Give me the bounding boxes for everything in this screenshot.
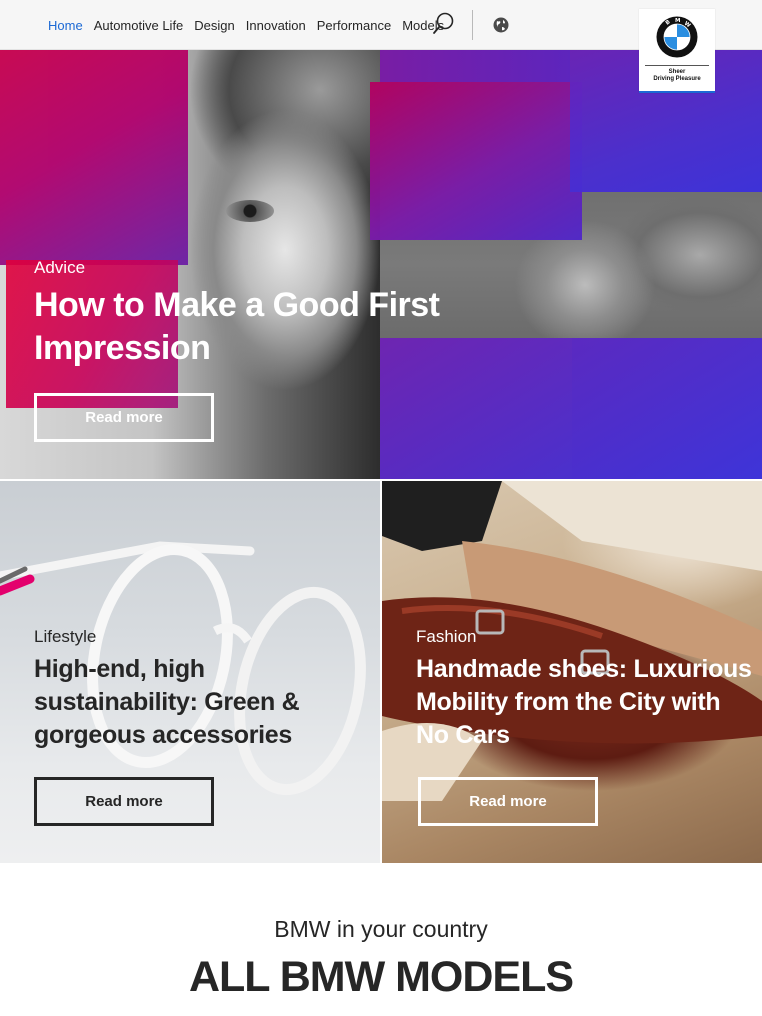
purple-block [380,50,570,82]
hero-photo-eye [226,200,274,222]
logo-divider [645,65,709,66]
logo-claim-line2: Driving Pleasure [653,76,701,82]
main-navigation: Home Automotive Life Design Innovation P… [48,0,455,50]
logo-underline [639,91,715,93]
teaser-lifestyle[interactable]: Lifestyle High-end, high sustainability:… [0,481,380,863]
bmw-roundel-icon: B M W [656,16,698,58]
logo-claim-line1: Sheer [668,69,686,75]
hero-read-more-button[interactable]: Read more [34,393,214,442]
nav-item-automotive-life[interactable]: Automotive Life [94,18,184,33]
teaser-category: Lifestyle [34,627,97,646]
purple-block [370,82,582,240]
lifestyle-read-more-button[interactable]: Read more [34,777,214,826]
purple-block [0,50,188,265]
hero-text: Advice How to Make a Good First Impressi… [34,258,504,370]
nav-item-home[interactable]: Home [48,18,83,33]
search-icon [433,12,454,34]
teaser-text: Fashion Handmade shoes: Luxurious Mobili… [416,627,756,752]
fashion-read-more-button[interactable]: Read more [418,777,598,826]
nav-item-design[interactable]: Design [194,18,234,33]
hero-category: Advice [34,258,86,277]
search-button[interactable] [431,11,457,37]
country-subtitle: BMW in your country [274,916,488,942]
country-section: BMW in your country ALL BMW MODELS [0,863,762,1016]
hero-title[interactable]: How to Make a Good First Impression [34,284,504,370]
nav-item-performance[interactable]: Performance [317,18,391,33]
teaser-category: Fashion [416,627,477,646]
svg-text:M: M [675,18,680,24]
all-models-link[interactable]: ALL BMW MODELS [0,953,762,1002]
teaser-text: Lifestyle High-end, high sustainability:… [34,627,374,752]
teaser-title[interactable]: High-end, high sustainability: Green & g… [34,653,374,752]
bmw-logo[interactable]: B M W Sheer Driving Pleasure [639,9,715,93]
teaser-fashion[interactable]: Fashion Handmade shoes: Luxurious Mobili… [382,481,762,863]
nav-item-innovation[interactable]: Innovation [246,18,306,33]
language-button[interactable] [492,16,510,34]
teaser-title[interactable]: Handmade shoes: Luxurious Mobility from … [416,653,756,752]
purple-block [572,338,762,479]
hero-teaser[interactable]: Advice How to Make a Good First Impressi… [0,50,762,479]
globe-icon [493,17,509,33]
nav-divider [472,10,473,40]
logo-claim: Sheer Driving Pleasure [639,69,715,83]
